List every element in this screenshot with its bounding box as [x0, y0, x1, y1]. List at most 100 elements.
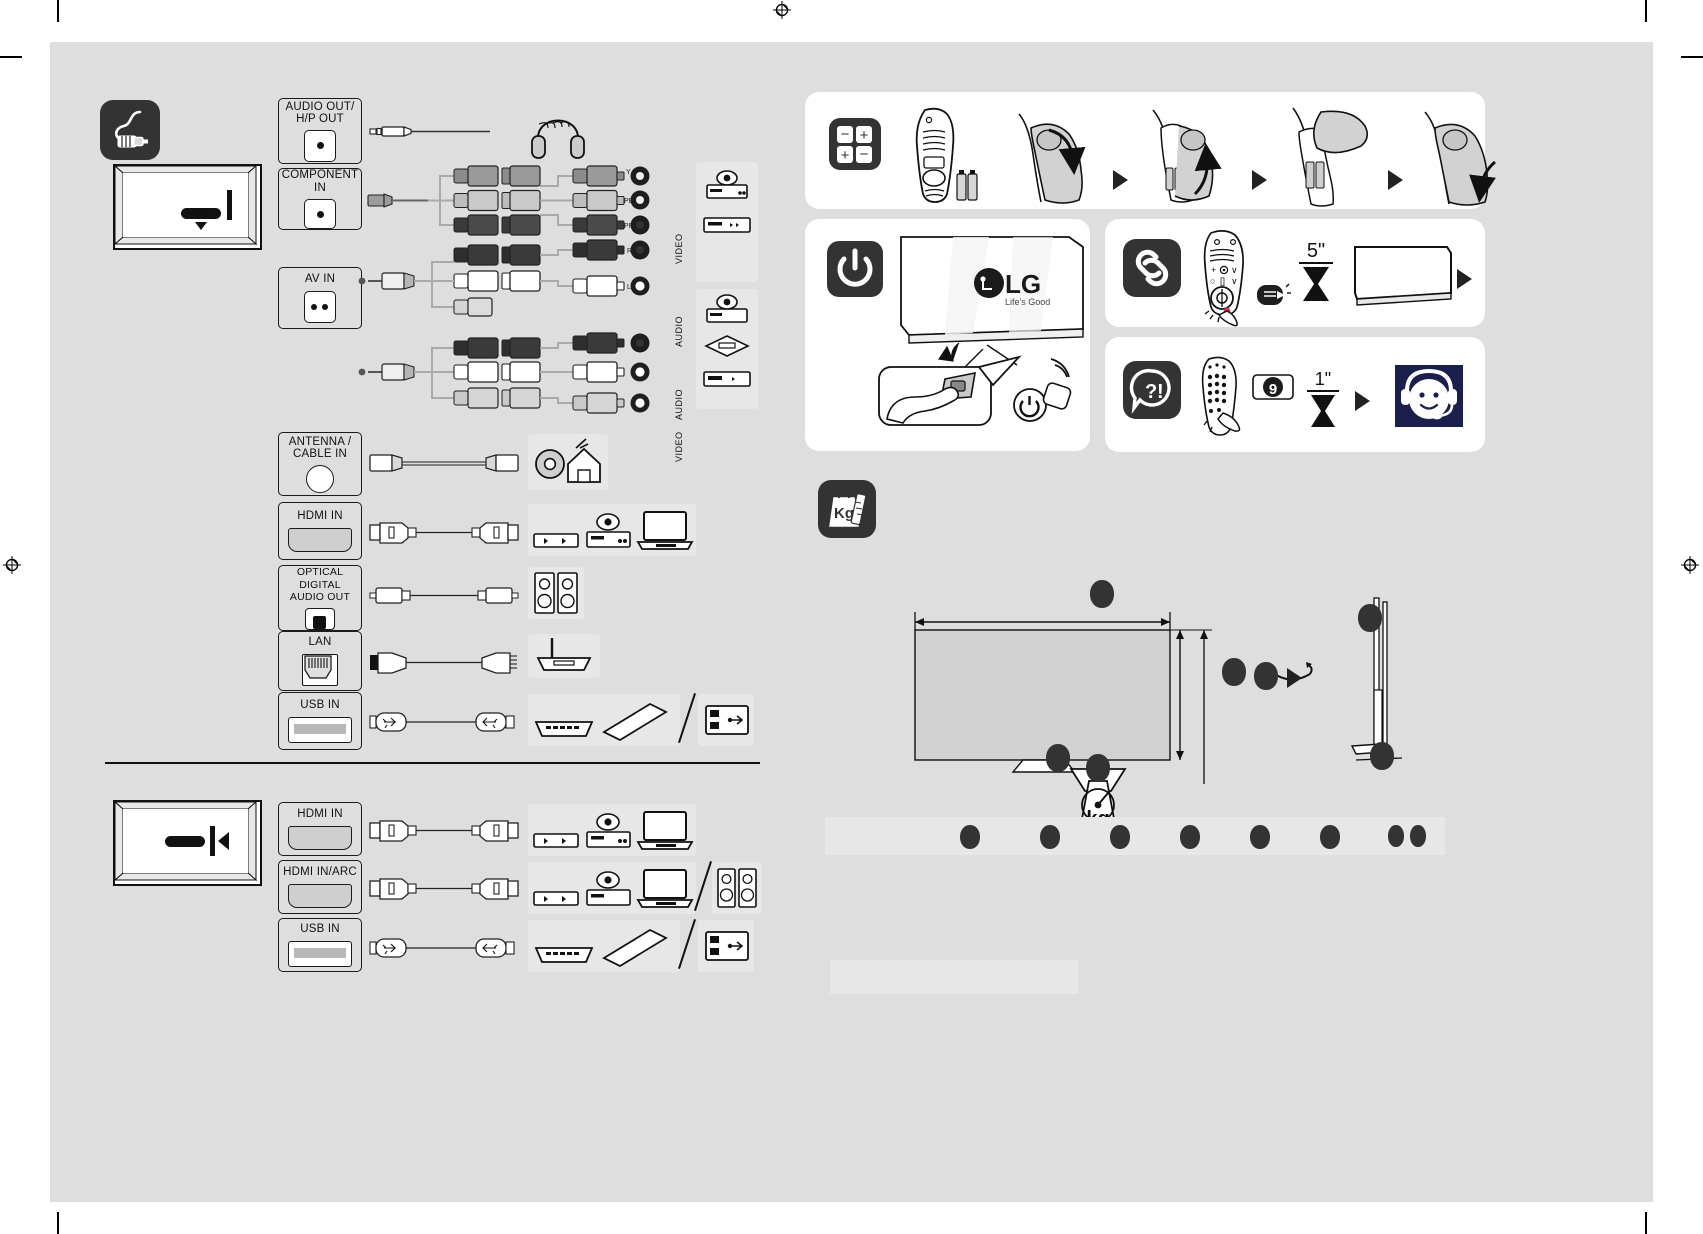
step-arrow [1457, 269, 1472, 289]
component-audio-group-label: AUDIO [674, 315, 684, 347]
rca-cable-harness-diagram: Y PB PR R L [358, 165, 650, 414]
svg-text:PR: PR [624, 223, 634, 230]
router-device-icon [536, 638, 592, 671]
registration-mark-right [1681, 556, 1699, 574]
port-hdmi-in-side[interactable]: HDMI IN [278, 802, 362, 856]
specs-legend-bar [825, 817, 1445, 855]
registration-mark-top [773, 1, 791, 19]
link-icon [1123, 239, 1181, 297]
tv-screen-step [1354, 246, 1452, 306]
av-jack-icon [304, 290, 336, 323]
port-label-line1: OPTICAL DIGITAL [296, 566, 344, 591]
port-audio-out-hp-out[interactable]: AUDIO OUT/ H/P OUT [278, 98, 362, 164]
port-antenna-cable-in[interactable]: ANTENNA / CABLE IN [278, 432, 362, 496]
usb-jack-icon [288, 716, 352, 743]
legend-marker-1 [960, 825, 980, 849]
joystick-button-callout [878, 342, 1072, 426]
port-hdmi-in-rear[interactable]: HDMI IN [278, 502, 362, 560]
battery-polarity-icon: − + + − [829, 118, 881, 170]
svg-text:+: + [860, 127, 869, 144]
svg-text:−: − [860, 146, 869, 163]
legend-marker-8 [1410, 825, 1426, 847]
legend-marker-2 [1040, 825, 1060, 849]
crop-mark-top-right-h [1681, 56, 1703, 58]
vcr-device-icon [703, 371, 751, 387]
usb-hub-device-icon [705, 931, 749, 961]
port-lan[interactable]: LAN [278, 631, 362, 691]
svg-text:?: ? [1145, 381, 1157, 403]
port-label-line1: HDMI IN/ARC [283, 866, 357, 879]
guide-page-sheet: AUDIO OUT/ H/P OUT COMPONENT IN AV IN Y … [50, 42, 1653, 1202]
remote-wheel-callout-badge [1257, 283, 1291, 305]
lan-jack-icon [302, 653, 338, 686]
dimension-marker-height-with-stand [1254, 662, 1278, 690]
number-nine-button-badge: 9 [1252, 374, 1294, 400]
port-label-line1: AUDIO OUT/ [285, 100, 355, 113]
game-console-device-icon [704, 335, 750, 357]
svg-text:Life's Good: Life's Good [1005, 297, 1050, 307]
antenna-wall-outlet-icon [535, 438, 601, 483]
av-audio-group-label: AUDIO [674, 388, 684, 420]
port-label-line1: USB IN [300, 923, 340, 936]
speakers-device-icon [717, 868, 757, 908]
specs-footnote-block [830, 960, 1078, 994]
usb-side-group-separator [678, 918, 696, 970]
tv-side-ports-thumbnail [113, 800, 262, 886]
svg-text:R: R [627, 248, 632, 255]
port-optical-digital-audio-out[interactable]: OPTICAL DIGITAL AUDIO OUT [278, 565, 362, 631]
remote-cover-lifted-step [1152, 109, 1222, 203]
hdmi-jack-icon [288, 883, 352, 908]
usb-jack-icon [288, 940, 352, 967]
dimension-marker-depth-stand [1370, 742, 1394, 770]
weight-kg-tag-icon: Kg [818, 480, 876, 538]
port-label-line1: USB IN [300, 699, 340, 712]
svg-text:+: + [1211, 265, 1216, 275]
port-label-line1: HDMI IN [297, 510, 343, 523]
usb-group-separator [678, 692, 696, 744]
port-usb-in-side[interactable]: USB IN [278, 918, 362, 972]
component-jack-icon [304, 199, 336, 229]
svg-text:∨: ∨ [1231, 276, 1238, 286]
power-icon [827, 241, 883, 297]
svg-text:+: + [841, 147, 850, 164]
speakers-device-icon [534, 572, 578, 614]
port-av-in[interactable]: AV IN [278, 267, 362, 329]
usb-storage-devices-icon [534, 928, 668, 968]
svg-text:Y: Y [626, 169, 631, 176]
dimension-marker-depth-top [1358, 604, 1382, 632]
remote-pairing-card: + ∨ ○ [] ∨ 5" [1105, 219, 1485, 327]
step-arrow [1355, 391, 1370, 411]
optical-jack-icon [305, 607, 335, 630]
help-button-number: 9 [1269, 381, 1277, 398]
port-label-line1: ANTENNA / [288, 435, 352, 448]
port-component-in[interactable]: COMPONENT IN [278, 168, 362, 230]
svg-text:Kg: Kg [834, 505, 854, 522]
coax-jack-icon [306, 464, 334, 493]
crop-mark-top-right-v [1645, 0, 1647, 22]
audio-jack-icon [304, 129, 336, 162]
power-on-card: LG Life's Good [805, 219, 1090, 451]
port-hdmi-in-arc[interactable]: HDMI IN/ARC [278, 860, 362, 914]
av-set-top-box-device-icon [706, 294, 748, 323]
arc-devices-icon [533, 869, 694, 908]
arc-group-separator [694, 860, 712, 912]
legend-marker-6 [1320, 825, 1340, 849]
question-exclamation-icon: ? ! [1123, 361, 1181, 419]
insert-batteries-step [1292, 107, 1369, 207]
component-video-group-label: VIDEO [674, 233, 684, 264]
hdmi-cable [369, 878, 519, 900]
av-video-group-label: VIDEO [674, 431, 684, 462]
hdmi-devices-rear-icon [533, 511, 694, 550]
battery-install-card: − + + − [805, 92, 1496, 209]
coaxial-cable [369, 454, 519, 472]
port-usb-in-rear[interactable]: USB IN [278, 692, 362, 750]
svg-text:∨: ∨ [1231, 265, 1238, 275]
hdmi-devices-side-icon [533, 811, 694, 850]
step-arrow [1113, 170, 1128, 190]
help-duration-text: 1" [1315, 369, 1331, 389]
port-label-line2: AUDIO OUT [289, 591, 351, 603]
3.5mm-stereo-cable [369, 126, 490, 137]
cable-plug-icon [100, 100, 160, 160]
tv-rear-ports-thumbnail [113, 164, 262, 250]
usb-cable [369, 712, 515, 732]
